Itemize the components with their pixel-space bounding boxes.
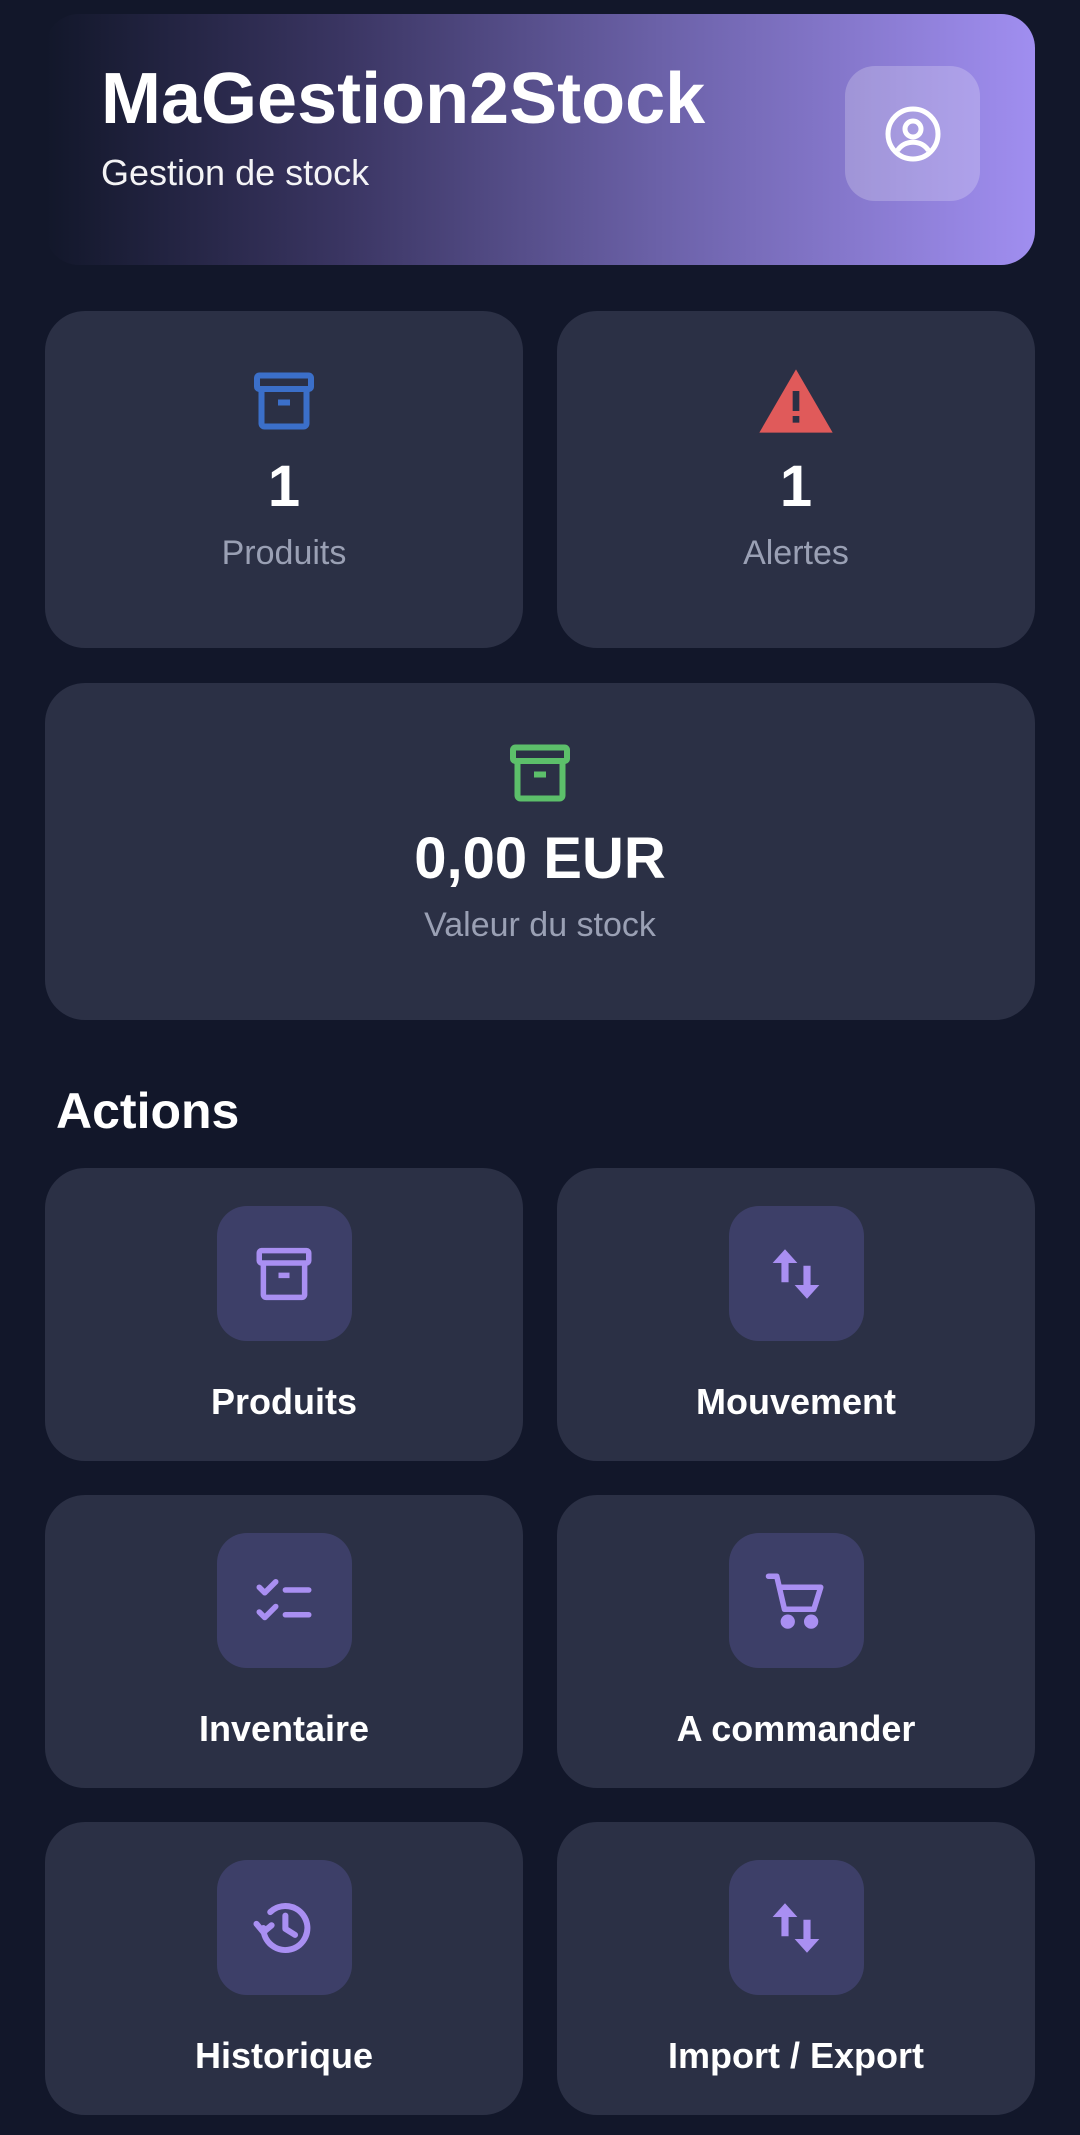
actions-title: Actions xyxy=(56,1083,240,1139)
header-banner: MaGestion2Stock Gestion de stock xyxy=(45,14,1035,265)
profile-button[interactable] xyxy=(845,66,980,201)
action-to-order[interactable]: A commander xyxy=(557,1495,1035,1788)
archive-icon xyxy=(244,361,324,441)
action-icon-box xyxy=(728,1860,864,1995)
stock-value-label: Valeur du stock xyxy=(424,906,656,944)
alerts-label: Alertes xyxy=(743,534,849,572)
archive-icon xyxy=(500,733,580,813)
action-label: Inventaire xyxy=(198,1708,370,1749)
swap-vertical-icon xyxy=(772,1902,820,1953)
action-history[interactable]: Historique xyxy=(45,1822,523,2115)
stat-card-products[interactable]: 1 Produits xyxy=(45,311,523,648)
stat-card-stock-value[interactable]: 0,00 EUR Valeur du stock xyxy=(45,683,1035,1020)
app-subtitle: Gestion de stock xyxy=(101,152,370,193)
action-icon-box xyxy=(216,1860,352,1995)
action-icon-box xyxy=(216,1533,352,1668)
archive-icon xyxy=(256,1247,312,1300)
warning-icon xyxy=(756,361,836,441)
products-count: 1 xyxy=(267,454,301,519)
action-icon-box xyxy=(728,1206,864,1341)
action-products[interactable]: Produits xyxy=(45,1168,523,1461)
action-label: A commander xyxy=(676,1708,916,1749)
action-inventory[interactable]: Inventaire xyxy=(45,1495,523,1788)
action-label: Mouvement xyxy=(695,1381,897,1422)
home-screen: MaGestion2Stock Gestion de stock 1 Produ… xyxy=(0,0,1080,2135)
swap-vertical-icon xyxy=(772,1248,820,1299)
action-icon-box xyxy=(728,1533,864,1668)
action-import-export[interactable]: Import / Export xyxy=(557,1822,1035,2115)
history-icon xyxy=(253,1902,311,1953)
alerts-count: 1 xyxy=(779,454,813,519)
stock-value: 0,00 EUR xyxy=(414,826,666,891)
action-icon-box xyxy=(216,1206,352,1341)
account-circle-icon xyxy=(885,106,940,161)
action-label: Import / Export xyxy=(667,2035,924,2076)
products-label: Produits xyxy=(221,534,347,572)
action-label: Produits xyxy=(210,1381,357,1422)
action-movement[interactable]: Mouvement xyxy=(557,1168,1035,1461)
cart-icon xyxy=(765,1573,824,1629)
checklist-icon xyxy=(256,1578,312,1620)
action-label: Historique xyxy=(194,2035,373,2076)
stat-card-alerts[interactable]: 1 Alertes xyxy=(557,311,1035,648)
app-title: MaGestion2Stock xyxy=(101,59,706,139)
